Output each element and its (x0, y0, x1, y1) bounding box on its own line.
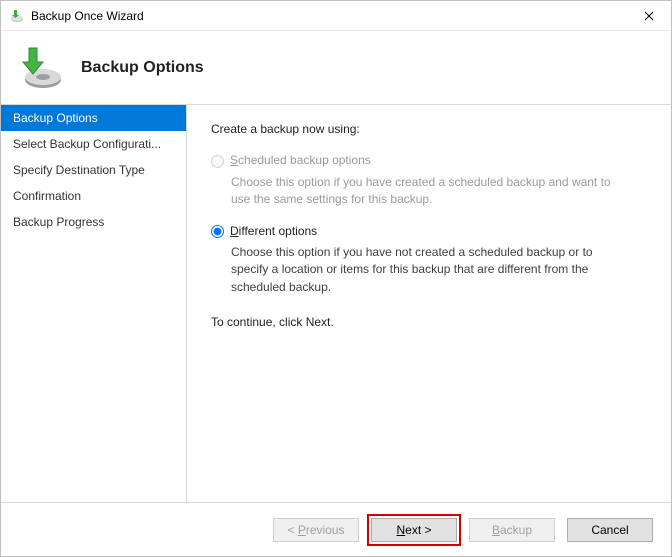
radio-label-scheduled: Scheduled backup options (230, 152, 371, 169)
wizard-footer: < Previous Next > Backup Cancel (1, 502, 671, 556)
app-icon (9, 8, 25, 24)
radio-label-different: Different options (230, 223, 317, 240)
radio-description-different: Choose this option if you have not creat… (231, 244, 611, 296)
radio-input-different[interactable] (211, 225, 224, 238)
previous-button[interactable]: < Previous (273, 518, 359, 542)
wizard-content: Create a backup now using: Scheduled bac… (187, 105, 671, 502)
window-title: Backup Once Wizard (31, 9, 627, 23)
wizard-step[interactable]: Backup Progress (1, 209, 186, 235)
next-button[interactable]: Next > (371, 518, 457, 542)
cancel-button[interactable]: Cancel (567, 518, 653, 542)
option-different: Different options Choose this option if y… (211, 223, 647, 297)
wizard-body: Backup OptionsSelect Backup Configurati.… (1, 105, 671, 502)
wizard-step[interactable]: Confirmation (1, 183, 186, 209)
radio-different[interactable]: Different options (211, 223, 647, 240)
radio-scheduled: Scheduled backup options (211, 152, 647, 169)
wizard-header: Backup Options (1, 31, 671, 105)
option-scheduled: Scheduled backup options Choose this opti… (211, 152, 647, 208)
titlebar: Backup Once Wizard (1, 1, 671, 31)
content-prompt: Create a backup now using: (211, 121, 647, 138)
backup-button[interactable]: Backup (469, 518, 555, 542)
wizard-window: Backup Once Wizard Backup Options Backup… (0, 0, 672, 557)
wizard-steps-sidebar: Backup OptionsSelect Backup Configurati.… (1, 105, 187, 502)
radio-input-scheduled (211, 155, 224, 168)
wizard-step[interactable]: Select Backup Configurati... (1, 131, 186, 157)
wizard-step[interactable]: Specify Destination Type (1, 157, 186, 183)
close-button[interactable] (627, 1, 671, 31)
backup-icon (17, 44, 65, 92)
radio-description-scheduled: Choose this option if you have created a… (231, 174, 611, 209)
page-title: Backup Options (81, 59, 204, 77)
continue-hint: To continue, click Next. (211, 314, 647, 331)
wizard-step[interactable]: Backup Options (1, 105, 186, 131)
